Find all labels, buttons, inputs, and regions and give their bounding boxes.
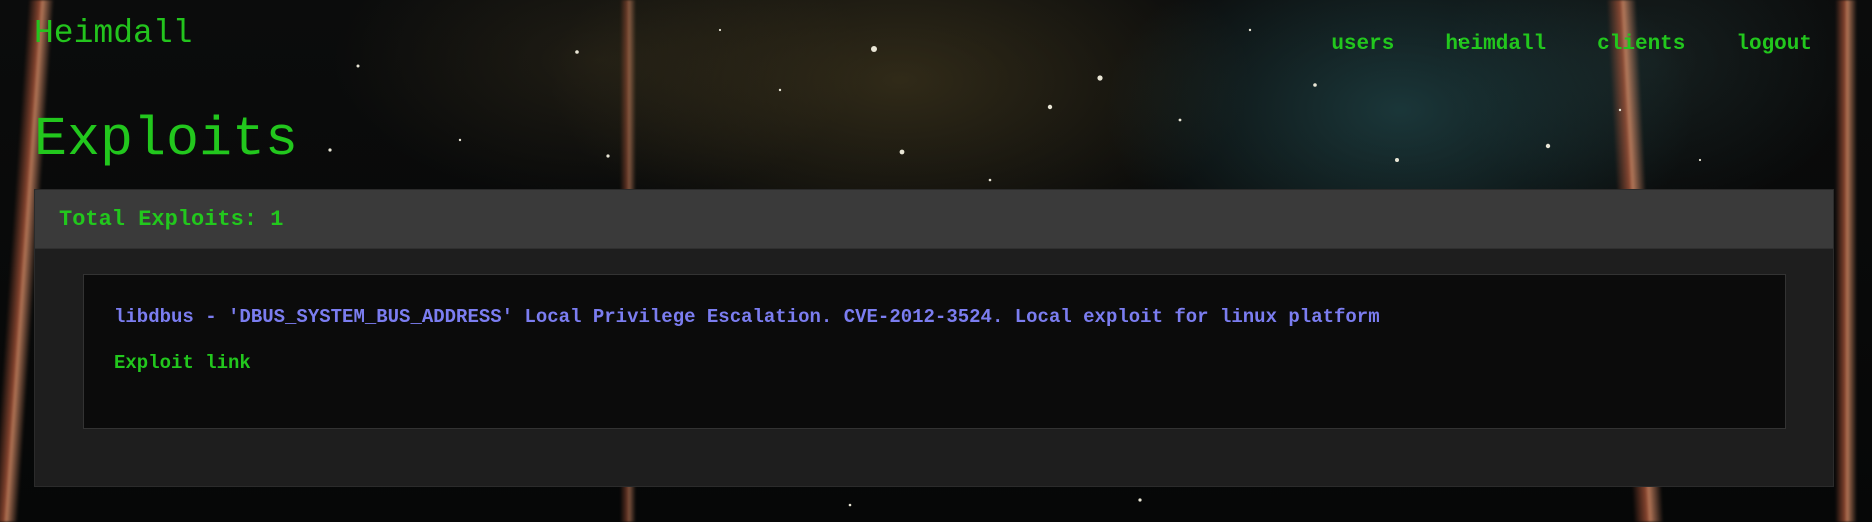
top-nav: users heimdall clients logout (1280, 32, 1812, 58)
brand-title[interactable]: Heimdall (34, 14, 192, 54)
panel-heading: Total Exploits: 1 (35, 190, 1833, 249)
exploits-panel: Total Exploits: 1 libdbus - 'DBUS_SYSTEM… (34, 189, 1834, 487)
nav-link-users[interactable]: users (1331, 32, 1394, 58)
exploit-card: libdbus - 'DBUS_SYSTEM_BUS_ADDRESS' Loca… (83, 274, 1786, 429)
nav-link-heimdall[interactable]: heimdall (1445, 32, 1546, 58)
page-title: Exploits (34, 108, 299, 171)
nav-link-clients[interactable]: clients (1597, 32, 1685, 58)
exploit-title: libdbus - 'DBUS_SYSTEM_BUS_ADDRESS' Loca… (114, 306, 1380, 328)
total-exploits-count: Total Exploits: 1 (59, 206, 284, 232)
exploit-link[interactable]: Exploit link (114, 351, 251, 375)
nav-link-logout[interactable]: logout (1736, 32, 1812, 58)
